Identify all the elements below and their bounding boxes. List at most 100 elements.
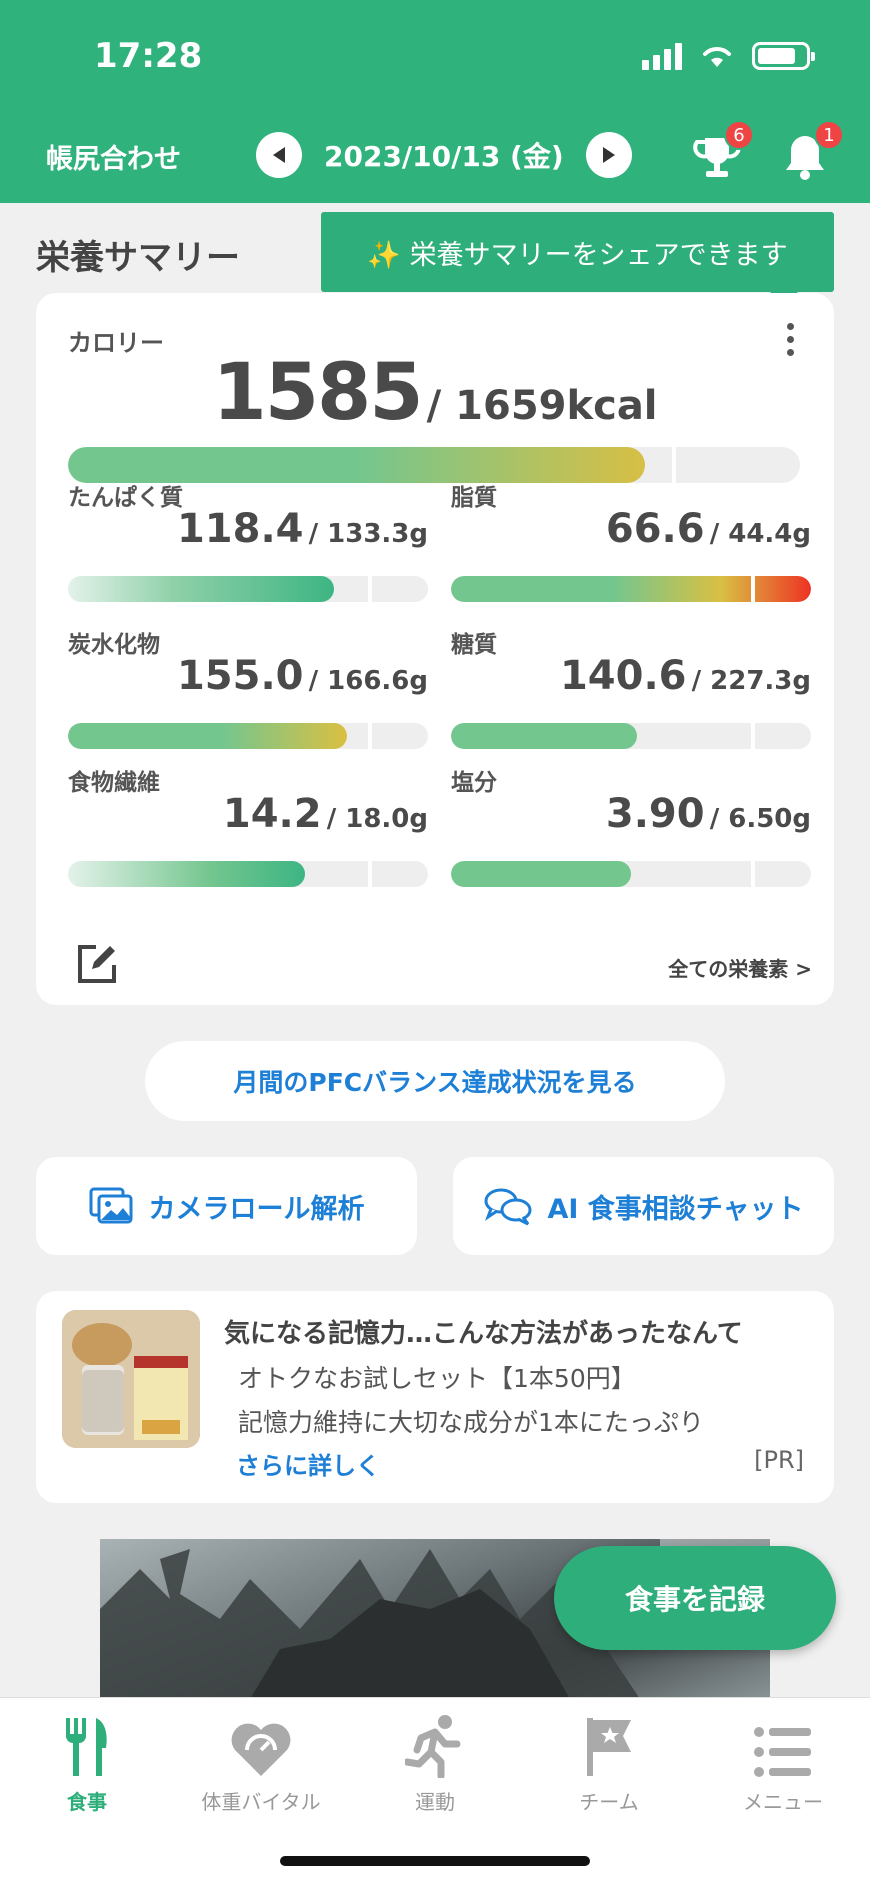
nutrient-carbs-progress-fill <box>68 723 347 749</box>
ad-line-1: オトクなお試しセット【1本50円】 <box>238 1364 636 1393</box>
tab-menu[interactable]: メニュー <box>696 1708 870 1815</box>
nutrient-carbs-progress-bar <box>68 723 428 749</box>
chat-bubbles-icon <box>484 1188 532 1226</box>
tab-team[interactable]: チーム <box>522 1708 696 1815</box>
pfc-balance-button[interactable]: 月間のPFCバランス達成状況を見る <box>145 1041 725 1121</box>
nutrient-fiber-value: 14.2 <box>222 791 322 837</box>
nutrient-salt-target: / 6.50g <box>709 804 811 834</box>
nutrient-salt-target-marker <box>751 861 755 887</box>
trophy-badge: 6 <box>724 120 754 150</box>
nutrient-sugar: 糖質 140.6 / 227.3g <box>451 625 811 765</box>
ai-chat-button[interactable]: AI 食事相談チャット <box>453 1157 834 1255</box>
ad-more-link[interactable]: さらに詳しく <box>236 1446 380 1481</box>
share-summary-tooltip[interactable]: ✨ 栄養サマリーをシェアできます <box>321 212 834 306</box>
nutrient-salt: 塩分 3.90 / 6.50g <box>451 763 811 903</box>
current-date[interactable]: 2023/10/13 (金) <box>324 135 564 175</box>
nutrient-protein-label: たんぱく質 <box>68 485 183 511</box>
nutrient-sugar-progress-fill <box>451 723 637 749</box>
nutrient-carbs-label: 炭水化物 <box>68 632 160 658</box>
camera-roll-button[interactable]: カメラロール解析 <box>36 1157 417 1255</box>
nutrient-sugar-progress-bar <box>451 723 811 749</box>
tab-exercise-label: 運動 <box>415 1790 455 1814</box>
nutrient-fat-progress-fill <box>451 576 811 602</box>
nutrient-sugar-value-group: 140.6 / 227.3g <box>560 653 811 699</box>
nutrient-fat: 脂質 66.6 / 44.4g <box>451 478 811 618</box>
nutrient-protein-value-group: 118.4 / 133.3g <box>177 506 428 552</box>
runner-icon <box>405 1715 461 1778</box>
nutrient-sugar-target-marker <box>751 723 755 749</box>
nutrient-carbs-value-group: 155.0 / 166.6g <box>177 653 428 699</box>
tab-meal[interactable]: 食事 <box>0 1708 174 1815</box>
tab-team-label: チーム <box>579 1790 639 1814</box>
nutrition-summary-card: カロリー 1585 / 1659kcal たんぱく質 118.4 / 133.3g… <box>36 293 834 1005</box>
ad-pr-label: [PR] <box>754 1446 804 1474</box>
nutrient-protein-progress-fill <box>68 576 334 602</box>
nutrient-sugar-target: / 227.3g <box>691 666 811 696</box>
nutrient-carbs-value: 155.0 <box>176 653 304 699</box>
battery-icon <box>752 42 815 70</box>
nutrient-protein-progress-bar <box>68 576 428 602</box>
date-navigator: 2023/10/13 (金) <box>256 132 632 178</box>
calorie-value-group: 1585 / 1659kcal <box>36 348 834 438</box>
tab-weight-label: 体重バイタル <box>201 1790 321 1814</box>
nutrient-salt-value-group: 3.90 / 6.50g <box>606 791 811 837</box>
nutrient-salt-progress-bar <box>451 861 811 887</box>
calorie-target: / 1659kcal <box>426 383 658 429</box>
tab-exercise[interactable]: 運動 <box>348 1708 522 1815</box>
nutrient-protein-target: / 133.3g <box>308 519 428 549</box>
bell-badge: 1 <box>814 120 844 150</box>
heart-scale-icon <box>231 1723 291 1776</box>
all-nutrients-link[interactable]: 全ての栄養素 > <box>668 953 812 982</box>
nutrient-fat-target-marker <box>751 576 755 602</box>
ai-chat-label: AI 食事相談チャット <box>547 1193 804 1225</box>
triangle-right-icon <box>602 147 615 163</box>
flag-icon <box>587 1718 631 1776</box>
camera-roll-label: カメラロール解析 <box>148 1193 365 1225</box>
nutrient-fiber-progress-bar <box>68 861 428 887</box>
nutrient-fat-progress-bar <box>451 576 811 602</box>
fork-knife-icon <box>66 1718 107 1776</box>
home-indicator <box>280 1856 590 1866</box>
ad-title: 気になる記憶力…こんな方法があったなんて <box>224 1319 743 1349</box>
nutrient-fiber-target-marker <box>368 861 372 887</box>
summary-section-title: 栄養サマリー <box>36 238 240 278</box>
record-meal-button[interactable]: 食事を記録 <box>554 1546 836 1650</box>
app-header: 17:28 帳尻合わせ 2023/10/13 (金) 6 1 <box>0 0 870 203</box>
nutrient-sugar-label: 糖質 <box>451 632 497 658</box>
nutrient-sugar-value: 140.6 <box>559 653 687 699</box>
nutrient-protein-target-marker <box>368 576 372 602</box>
notification-button[interactable]: 1 <box>782 120 844 182</box>
tab-weight-vital[interactable]: 体重バイタル <box>174 1708 348 1815</box>
nutrient-salt-label: 塩分 <box>451 770 497 796</box>
photo-gallery-icon <box>89 1187 132 1224</box>
nutrient-salt-value: 3.90 <box>605 791 705 837</box>
nutrient-fiber-target: / 18.0g <box>326 804 428 834</box>
calorie-value: 1585 <box>212 348 423 438</box>
status-time: 17:28 <box>94 36 203 76</box>
nutrient-fiber: 食物繊維 14.2 / 18.0g <box>68 763 428 903</box>
next-date-button[interactable] <box>585 132 632 178</box>
nutrient-salt-progress-fill <box>451 861 631 887</box>
nutrient-carbs-target: / 166.6g <box>308 666 428 696</box>
prev-date-button[interactable] <box>256 132 302 178</box>
nutrient-fat-label: 脂質 <box>451 485 497 511</box>
page-title: 帳尻合わせ <box>46 144 181 175</box>
signal-icon <box>642 42 682 70</box>
ad-card[interactable]: 気になる記憶力…こんな方法があったなんて オトクなお試しセット【1本50円】 記… <box>36 1291 834 1503</box>
edit-icon[interactable] <box>76 943 118 985</box>
tab-menu-label: メニュー <box>743 1790 823 1814</box>
nutrient-fiber-value-group: 14.2 / 18.0g <box>223 791 428 837</box>
nutrient-protein-value: 118.4 <box>176 506 304 552</box>
nutrient-carbs: 炭水化物 155.0 / 166.6g <box>68 625 428 765</box>
triangle-left-icon <box>273 147 285 163</box>
nutrient-fat-value: 66.6 <box>605 506 705 552</box>
tab-meal-label: 食事 <box>67 1790 107 1814</box>
status-icons <box>642 42 815 70</box>
trophy-button[interactable]: 6 <box>692 120 754 182</box>
menu-list-icon <box>754 1727 811 1777</box>
nutrient-fiber-progress-fill <box>68 861 305 887</box>
bottom-tab-bar: 食事 体重バイタル 運動 チーム メニュー <box>0 1697 870 1882</box>
ad-product-image <box>62 1310 200 1448</box>
nutrient-fiber-label: 食物繊維 <box>68 770 160 796</box>
nutrient-fat-value-group: 66.6 / 44.4g <box>606 506 811 552</box>
